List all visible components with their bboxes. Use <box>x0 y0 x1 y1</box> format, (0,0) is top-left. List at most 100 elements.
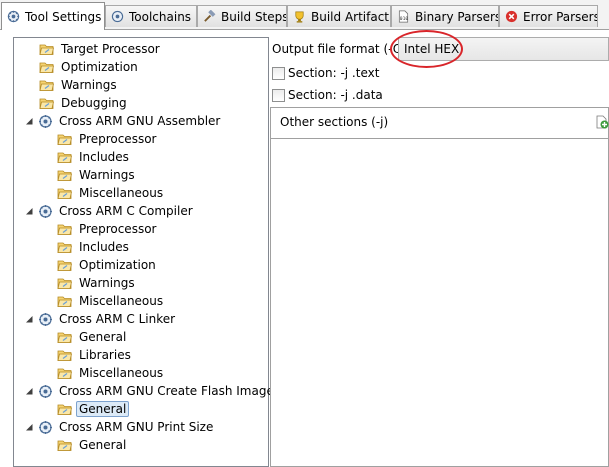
tree-item-label: Warnings <box>61 78 117 92</box>
tab-bar: Tool Settings Toolchains Build Steps Bui… <box>0 0 609 30</box>
collapse-arrow-icon[interactable] <box>25 315 34 324</box>
gear-icon <box>39 204 52 218</box>
tree-item-label: Preprocessor <box>79 132 157 146</box>
tab-build-steps[interactable]: Build Steps <box>197 5 287 27</box>
tree-item[interactable]: Cross ARM GNU Assembler <box>25 112 223 130</box>
hammer-icon <box>204 10 216 22</box>
tree-item-label: General <box>79 438 127 452</box>
section-text-checkbox[interactable] <box>272 67 285 80</box>
output-format-select[interactable]: Intel HEX <box>398 37 609 61</box>
tool-settings-tree[interactable]: Target Processor Optimization Warnings Debu… <box>13 37 274 467</box>
folder-icon <box>57 188 73 199</box>
gear-icon <box>111 10 124 23</box>
tree-item[interactable]: General <box>57 328 129 346</box>
tab-label: Tool Settings <box>25 9 102 24</box>
tree-item[interactable]: General <box>57 436 129 454</box>
folder-icon <box>57 332 73 343</box>
tab-error-parsers[interactable]: Error Parsers <box>499 5 598 27</box>
tree-item[interactable]: Cross ARM C Linker <box>25 310 178 328</box>
add-icon[interactable] <box>595 115 609 129</box>
folder-icon <box>57 224 73 235</box>
tree-item-label: Miscellaneous <box>79 186 164 200</box>
gear-icon <box>7 10 20 23</box>
section-data-checkbox[interactable] <box>272 89 285 102</box>
folder-icon <box>39 44 55 55</box>
folder-icon <box>57 350 73 361</box>
folder-icon <box>57 368 73 379</box>
gear-icon <box>39 420 52 434</box>
tree-item-label: Miscellaneous <box>79 294 164 308</box>
binary-file-icon: 010 <box>398 10 408 23</box>
tree-item-label: Optimization <box>79 258 156 272</box>
tree-item-label: General <box>79 330 127 344</box>
tab-label: Error Parsers <box>523 9 598 24</box>
tree-item[interactable]: Preprocessor <box>57 130 159 148</box>
tree-item[interactable]: Libraries <box>57 346 134 364</box>
error-icon <box>505 10 518 23</box>
tree-item[interactable]: General <box>57 400 130 418</box>
tree-item[interactable]: Optimization <box>39 58 141 76</box>
gear-icon <box>39 384 52 398</box>
tree-item[interactable]: Includes <box>57 148 132 166</box>
output-format-value: Intel HEX <box>404 42 460 56</box>
folder-icon <box>57 296 73 307</box>
folder-icon <box>57 278 73 289</box>
tree-item-label: Cross ARM GNU Print Size <box>59 420 214 434</box>
tree-item[interactable]: Miscellaneous <box>57 184 166 202</box>
tab-label: Build Steps <box>221 9 287 24</box>
tab-build-artifact[interactable]: Build Artifact <box>287 5 391 27</box>
collapse-arrow-icon[interactable] <box>25 117 34 126</box>
gear-icon <box>39 312 52 326</box>
tab-tool-settings[interactable]: Tool Settings <box>1 2 105 30</box>
section-data-label: Section: -j .data <box>288 88 383 102</box>
tree-item[interactable]: Target Processor <box>39 40 163 58</box>
other-sections-header: Other sections (-j) <box>271 108 609 139</box>
tree-item-label: Cross ARM GNU Create Flash Image <box>59 384 274 398</box>
other-sections-list[interactable]: Other sections (-j) <box>270 107 609 467</box>
tree-item-label: Warnings <box>79 168 135 182</box>
tree-item[interactable]: Miscellaneous <box>57 364 166 382</box>
collapse-arrow-icon[interactable] <box>25 387 34 396</box>
folder-icon <box>57 134 73 145</box>
tree-item[interactable]: Optimization <box>57 256 159 274</box>
tab-label: Binary Parsers <box>415 9 499 24</box>
folder-icon <box>39 80 55 91</box>
tree-item[interactable]: Cross ARM C Compiler <box>25 202 196 220</box>
tree-item[interactable]: Preprocessor <box>57 220 159 238</box>
folder-icon <box>57 152 73 163</box>
tree-item[interactable]: Cross ARM GNU Create Flash Image <box>25 382 277 400</box>
tree-item[interactable]: Debugging <box>39 94 130 112</box>
tab-label: Build Artifact <box>311 9 389 24</box>
tree-item[interactable]: Warnings <box>57 274 138 292</box>
folder-icon <box>57 440 73 451</box>
output-format-label: Output file format (-O) <box>272 42 407 56</box>
tree-item-label: Libraries <box>79 348 131 362</box>
tree-item[interactable]: Warnings <box>57 166 138 184</box>
folder-icon <box>57 404 73 415</box>
tree-item[interactable]: Cross ARM GNU Print Size <box>25 418 216 436</box>
tree-item-label: Preprocessor <box>79 222 157 236</box>
tree-item-label: Debugging <box>61 96 127 110</box>
folder-icon <box>57 242 73 253</box>
folder-icon <box>57 170 73 181</box>
tree-item-label: General <box>76 401 130 417</box>
folder-icon <box>57 260 73 271</box>
tree-item-label: Warnings <box>79 276 135 290</box>
folder-icon <box>39 62 55 73</box>
tab-toolchains[interactable]: Toolchains <box>105 5 197 27</box>
tree-item-label: Cross ARM C Compiler <box>59 204 193 218</box>
tree-item-label: Target Processor <box>61 42 160 56</box>
collapse-arrow-icon[interactable] <box>25 207 34 216</box>
collapse-arrow-icon[interactable] <box>25 423 34 432</box>
artifact-icon <box>295 11 304 23</box>
section-text-label: Section: -j .text <box>288 66 380 80</box>
tree-item-label: Cross ARM C Linker <box>59 312 176 326</box>
tree-item[interactable]: Includes <box>57 238 132 256</box>
other-sections-label: Other sections (-j) <box>280 115 389 129</box>
folder-icon <box>39 98 55 109</box>
tab-binary-parsers[interactable]: 010 Binary Parsers <box>391 5 499 27</box>
tree-item[interactable]: Warnings <box>39 76 120 94</box>
tree-item-label: Cross ARM GNU Assembler <box>59 114 221 128</box>
gear-icon <box>39 114 52 128</box>
tree-item[interactable]: Miscellaneous <box>57 292 166 310</box>
